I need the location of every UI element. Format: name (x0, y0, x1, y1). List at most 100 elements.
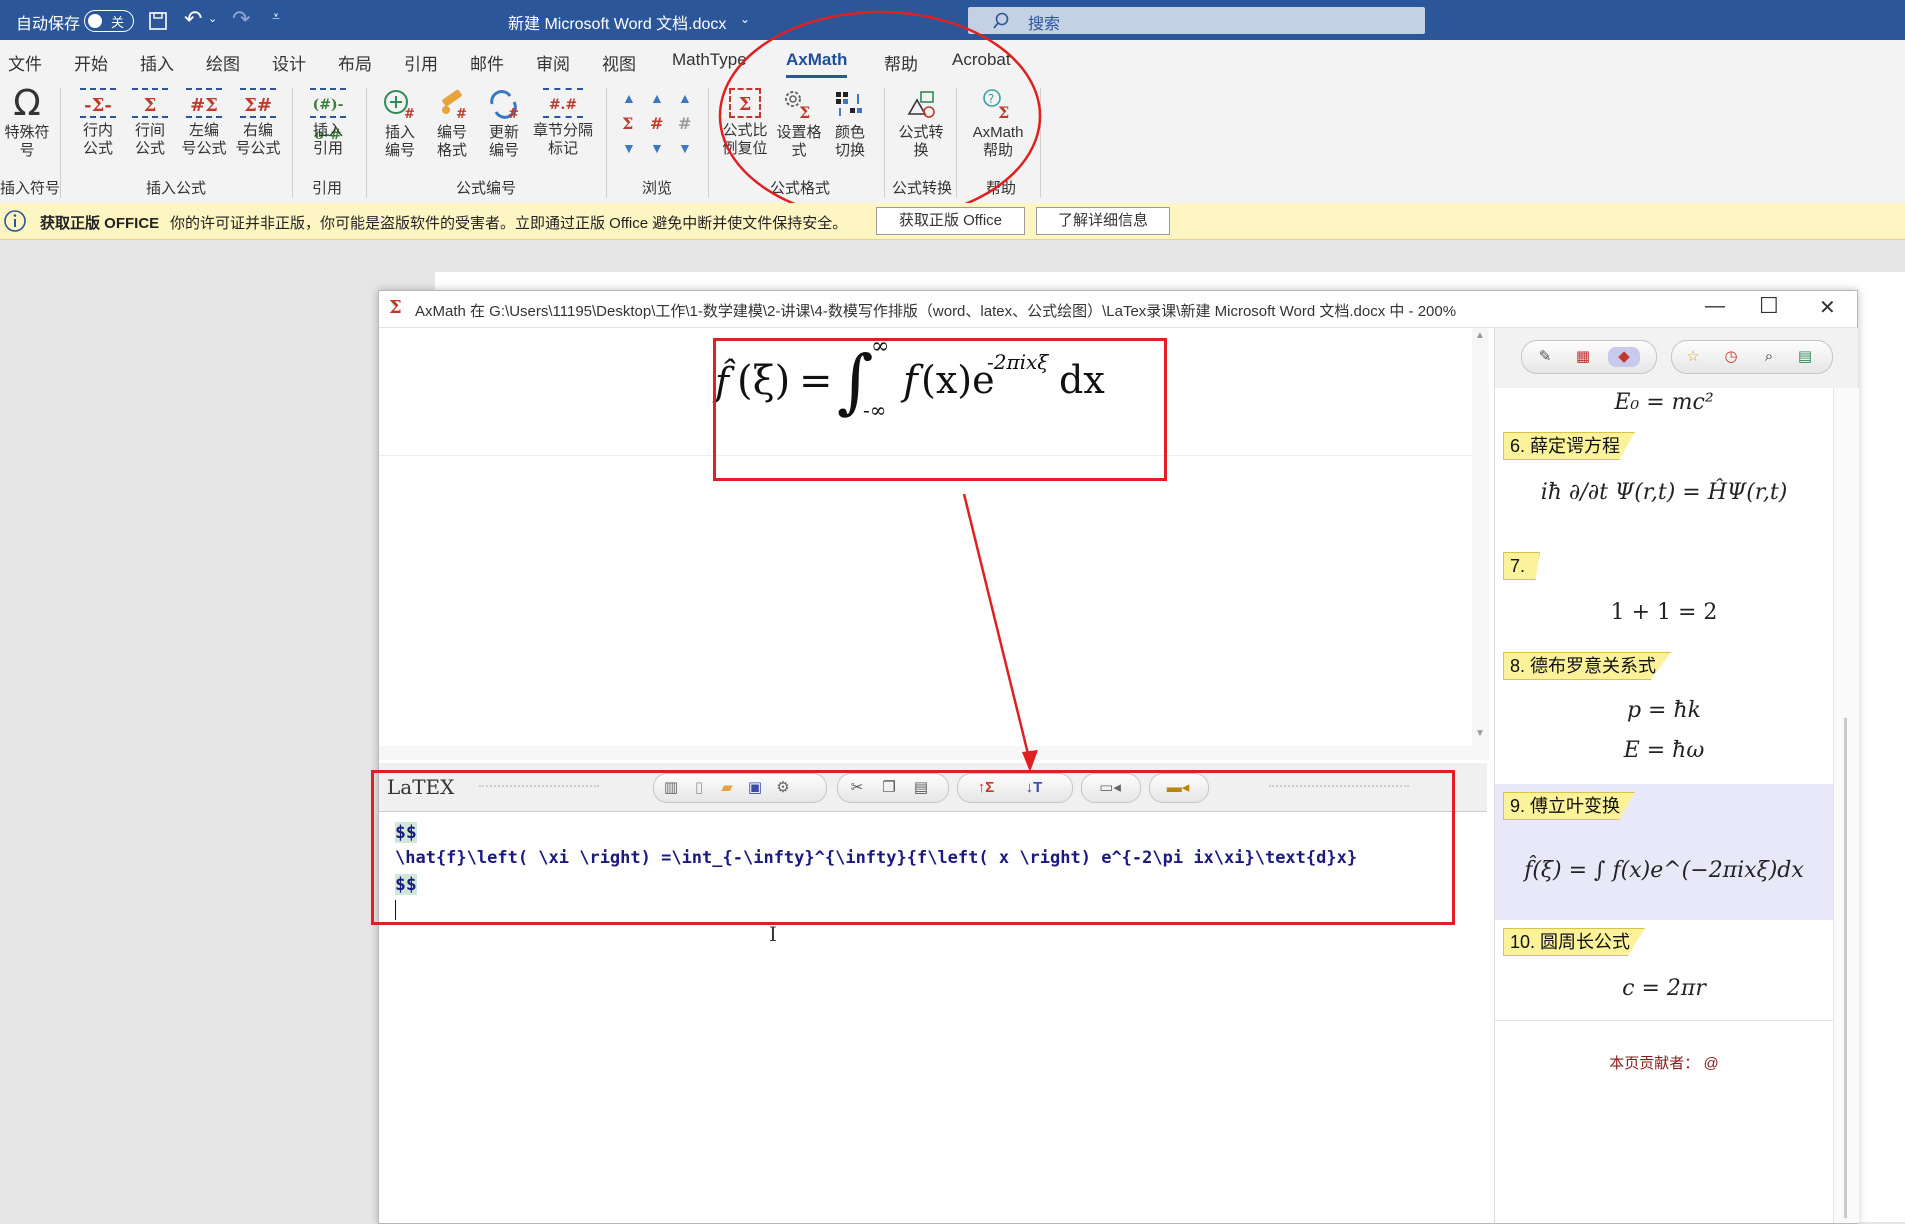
right-numbered-formula-button[interactable]: Σ# 右编 号公式 (234, 88, 282, 158)
bookmark-icon[interactable]: ◆ (1608, 347, 1640, 367)
library-scrollbar[interactable] (1833, 388, 1859, 1223)
library-actions-group: ☆ ◷ ⌕ ▤ (1671, 340, 1833, 374)
scroll-up-icon[interactable]: ▲ (1475, 330, 1485, 341)
axmath-logo-icon: Σ (389, 297, 402, 318)
books-icon[interactable]: ▤ (1794, 347, 1816, 367)
notice-title: 获取正版 OFFICE (40, 215, 160, 232)
insert-reference-button[interactable]: (#)-o-# 插入 引用 (306, 88, 350, 158)
browse-up-icon[interactable]: ▲ (650, 90, 664, 106)
library-item-seven[interactable]: 7. 1 + 1 = 2 (1495, 544, 1833, 645)
browse-first-up-icon[interactable]: ▲ (622, 90, 636, 106)
insert-reference-label: 插入 引用 (312, 122, 343, 157)
library-item-circumference[interactable]: 10. 圆周长公式 c = 2πr (1495, 920, 1833, 1021)
fourier-library-formula: f̂(ξ) = ∫ f(x)e^(−2πixξ)dx (1524, 858, 1804, 883)
formula-library-panel: ✎ ▦ ◆ ☆ ◷ ⌕ ▤ E₀ = mc² 6. 薛定谔方程 iħ ∂/∂t … (1494, 328, 1859, 1223)
tab-references[interactable]: 引用 (404, 50, 438, 75)
tab-mailings[interactable]: 邮件 (470, 50, 504, 75)
axmath-title-bar: Σ AxMath 在 G:\Users\11195\Desktop\工作\1-数… (379, 291, 1857, 328)
document-title: 新建 Microsoft Word 文档.docx (508, 16, 727, 33)
browse-num-up-icon[interactable]: ▲ (678, 90, 692, 106)
library-tabs-group: ✎ ▦ ◆ (1521, 340, 1657, 374)
tab-design[interactable]: 设计 (272, 50, 306, 75)
number-format-button[interactable]: # 编号 格式 (430, 88, 474, 160)
browse-controls: ▲ ▲ ▲ Σ # # ▼ ▼ ▼ (620, 90, 696, 170)
library-item-de-broglie[interactable]: 8. 德布罗意关系式 p = ħk E = ħω (1495, 644, 1833, 785)
right-numbered-icon: Σ# (240, 88, 276, 118)
library-scroll-thumb[interactable] (1844, 718, 1847, 1218)
license-notice-bar: 获取正版 OFFICE 你的许可证并非正版，你可能是盗版软件的受害者。立即通过正… (0, 203, 1905, 240)
group-separator (292, 88, 293, 198)
browse-num-down-icon[interactable]: ▼ (678, 140, 692, 156)
insert-number-button[interactable]: # 插入 编号 (378, 88, 422, 160)
group-separator (606, 88, 607, 198)
group-browse: 浏览 (642, 180, 673, 197)
autosave-state: 关 (111, 15, 125, 30)
library-item-schrodinger[interactable]: 6. 薛定谔方程 iħ ∂/∂t Ψ(r,t) = ĤΨ(r,t) (1495, 424, 1833, 545)
page-contributor: 本页贡献者： @ (1609, 1055, 1719, 1072)
browse-number-icon[interactable]: # (650, 114, 663, 133)
number-format-icon: # (442, 89, 467, 120)
history-clock-icon[interactable]: ◷ (1720, 347, 1742, 367)
browse-down-icon[interactable]: ▼ (650, 140, 664, 156)
palette-grid-icon[interactable]: ▦ (1572, 347, 1594, 367)
number-format-label: 编号 格式 (436, 124, 467, 159)
library-item-fourier[interactable]: 9. 傅立叶变换 f̂(ξ) = ∫ f(x)e^(−2πixξ)dx (1495, 784, 1833, 921)
inline-formula-button[interactable]: -Σ- 行内 公式 (76, 88, 120, 158)
preview-hscrollbar[interactable] (379, 746, 1489, 760)
scroll-down-icon[interactable]: ▼ (1475, 728, 1485, 739)
minimize-icon[interactable]: — (1705, 295, 1725, 318)
tab-view[interactable]: 视图 (602, 50, 636, 75)
group-insert-formula: 插入公式 (146, 180, 207, 197)
special-symbol-label: 特殊符 号 (4, 124, 50, 159)
get-genuine-office-button[interactable]: 获取正版 Office (876, 207, 1025, 235)
close-icon[interactable]: ✕ (1819, 295, 1836, 320)
chapter-mark-label: 章节分隔 标记 (532, 122, 593, 157)
favorite-star-icon[interactable]: ☆ (1682, 347, 1704, 367)
item-label-schrodinger: 6. 薛定谔方程 (1503, 432, 1636, 460)
notice-message: 你的许可证并非正版，你可能是盗版软件的受害者。立即通过正版 Office 避免中… (170, 215, 848, 232)
display-formula-label: 行间 公式 (134, 122, 165, 157)
tab-draw[interactable]: 绘图 (206, 50, 240, 75)
insert-number-icon: # (384, 90, 415, 120)
update-number-button[interactable]: # 更新 编号 (482, 88, 526, 160)
browse-first-down-icon[interactable]: ▼ (622, 140, 636, 156)
de-broglie-formula-1: p = ħk (1626, 698, 1701, 723)
browse-formula-icon[interactable]: Σ (622, 114, 633, 133)
insert-number-label: 插入 编号 (384, 124, 415, 159)
update-number-icon: # (490, 90, 519, 120)
save-icon[interactable] (148, 11, 168, 31)
tab-layout[interactable]: 布局 (338, 50, 372, 75)
undo-icon[interactable]: ↶ (184, 6, 202, 32)
left-numbered-formula-button[interactable]: #Σ 左编 号公式 (180, 88, 228, 158)
emc2-formula: E₀ = mc² (1614, 390, 1714, 415)
info-icon (4, 210, 26, 232)
learn-more-button[interactable]: 了解详细信息 (1036, 207, 1170, 235)
special-symbol-button[interactable]: Ω 特殊符 号 (2, 86, 52, 160)
annotation-ellipse (718, 10, 1042, 222)
svg-text:#: # (456, 107, 467, 120)
customize-toolbar-icon[interactable]: ⩡ (272, 8, 280, 25)
undo-dropdown-icon[interactable]: ⌄ (208, 12, 217, 25)
item-label-de-broglie: 8. 德布罗意关系式 (1503, 652, 1672, 680)
autosave-toggle[interactable]: 关 (84, 10, 134, 32)
redo-icon[interactable]: ↷ (232, 6, 250, 32)
library-item-top[interactable]: E₀ = mc² (1495, 388, 1833, 425)
group-formula-number: 公式编号 (456, 180, 517, 197)
item-label-seven: 7. (1503, 552, 1541, 580)
display-formula-button[interactable]: Σ 行间 公式 (128, 88, 172, 158)
chapter-mark-button[interactable]: #.# 章节分隔 标记 (532, 88, 594, 158)
tab-review[interactable]: 审阅 (536, 50, 570, 75)
preview-scrollbar[interactable]: ▲ ▼ (1472, 328, 1489, 746)
group-insert-symbol: 插入符号 (0, 180, 61, 197)
tab-insert[interactable]: 插入 (140, 50, 174, 75)
item-label-circumference: 10. 圆周长公式 (1503, 928, 1646, 956)
autosave-label: 自动保存 (16, 16, 81, 33)
tab-home[interactable]: 开始 (74, 50, 108, 75)
maximize-icon[interactable]: ☐ (1759, 293, 1779, 319)
tab-file[interactable]: 文件 (8, 50, 42, 75)
brush-icon[interactable]: ✎ (1534, 347, 1556, 367)
annotation-arrow (962, 493, 1038, 772)
display-formula-icon: Σ (132, 88, 168, 118)
search-library-icon[interactable]: ⌕ (1758, 347, 1780, 367)
browse-ref-icon[interactable]: # (678, 114, 691, 133)
